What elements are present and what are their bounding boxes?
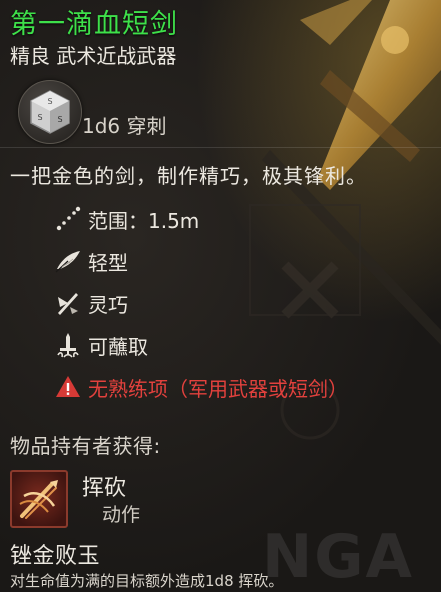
property-label: 可蘸取 <box>88 334 148 359</box>
divider <box>0 147 441 148</box>
feature-description: 对生命值为满的目标额外造成1d8 挥砍。 <box>10 572 284 590</box>
item-subtitle: 精良 武术近战武器 <box>10 44 177 68</box>
property-label: 无熟练项（军用武器或短剑） <box>88 376 348 401</box>
property-list: 范围：1.5m 轻型 灵巧 可蘸取 无熟练项（军用武器或短剑） <box>54 198 348 408</box>
property-label: 灵巧 <box>88 292 128 317</box>
item-description: 一把金色的剑，制作精巧，极其锋利。 <box>10 164 367 188</box>
feature-name: 锉金败玉 <box>10 544 101 569</box>
dippable-icon <box>54 331 82 359</box>
action-name: 挥砍 <box>82 476 127 501</box>
property-label: 轻型 <box>88 250 128 275</box>
svg-text:S: S <box>37 113 42 122</box>
property-light: 轻型 <box>54 240 348 282</box>
feather-icon <box>54 247 82 275</box>
property-proficiency-warning: 无熟练项（军用武器或短剑） <box>54 366 348 408</box>
svg-text:S: S <box>57 115 62 124</box>
action-type: 动作 <box>102 504 141 526</box>
damage-value: 1d6 穿刺 <box>82 114 167 138</box>
range-icon <box>54 205 82 233</box>
property-range: 范围：1.5m <box>54 198 348 240</box>
d6-die-icon: S S S <box>18 80 82 144</box>
damage-row: S S S 1d6 穿刺 <box>18 80 378 144</box>
slash-action-icon <box>10 470 68 528</box>
grants-heading: 物品持有者获得: <box>10 434 161 458</box>
item-name: 第一滴血短剑 <box>10 9 178 40</box>
svg-text:S: S <box>47 97 52 106</box>
property-dippable: 可蘸取 <box>54 324 348 366</box>
warning-icon <box>54 373 82 401</box>
property-finesse: 灵巧 <box>54 282 348 324</box>
property-label: 范围：1.5m <box>88 208 200 233</box>
finesse-icon <box>54 289 82 317</box>
watermark-logo: NGA <box>262 522 414 592</box>
